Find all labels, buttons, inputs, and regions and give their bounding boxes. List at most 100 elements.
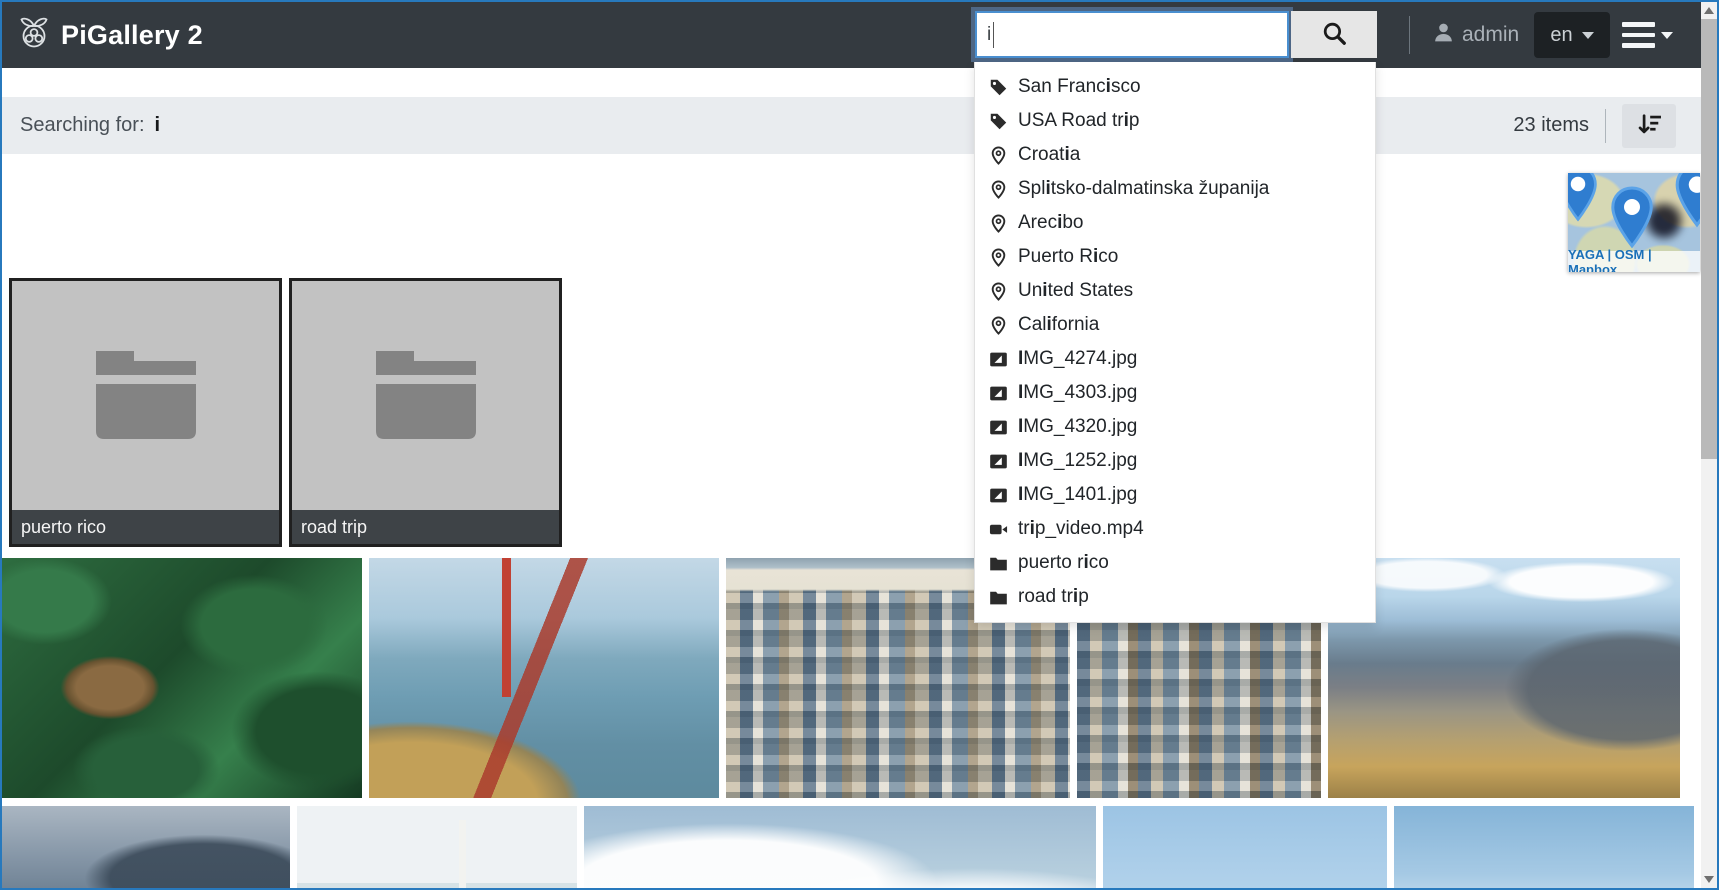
folder-icon [989, 554, 1008, 573]
folder-name: road trip [292, 510, 559, 544]
autocomplete-item[interactable]: puerto rico [975, 546, 1375, 580]
autocomplete-item[interactable]: USA Road trip [975, 104, 1375, 138]
sort-button[interactable] [1622, 104, 1676, 148]
folder-icon [376, 351, 476, 441]
main-menu-button[interactable] [1622, 2, 1673, 68]
map-attribution: YAGA | OSM | Mapbox [1568, 251, 1700, 272]
autocomplete-item-label: IMG_1401.jpg [1018, 484, 1137, 506]
image-icon [989, 452, 1008, 471]
language-dropdown-button[interactable]: en [1534, 12, 1610, 58]
user-menu[interactable]: admin [1432, 2, 1519, 68]
folder-name: puerto rico [12, 510, 279, 544]
autocomplete-item[interactable]: IMG_1401.jpg [975, 478, 1375, 512]
image-icon [989, 350, 1008, 369]
photo-thumbnail-blue-sky-clouds[interactable] [1103, 806, 1387, 890]
autocomplete-item[interactable]: United States [975, 274, 1375, 308]
autocomplete-item-label: San Francisco [1018, 76, 1141, 98]
image-icon [989, 418, 1008, 437]
pin-icon [989, 214, 1008, 233]
photo-thumbnail-teal-buildings[interactable] [297, 806, 577, 890]
search-autocomplete: San Francisco USA Road trip Croatia Splitsk… [974, 62, 1376, 623]
folder-tile[interactable]: road trip [289, 278, 562, 547]
autocomplete-item[interactable]: road trip [975, 580, 1375, 614]
autocomplete-item-label: Croatia [1018, 144, 1080, 166]
autocomplete-item[interactable]: Croatia [975, 138, 1375, 172]
user-name-label: admin [1462, 23, 1519, 47]
chevron-down-icon [1582, 32, 1594, 39]
autocomplete-item[interactable]: IMG_4303.jpg [975, 376, 1375, 410]
photo-thumbnail-cloudy-sky-wide[interactable] [584, 806, 1096, 890]
search-icon [1322, 21, 1347, 49]
autocomplete-item-label: IMG_1252.jpg [1018, 450, 1137, 472]
scrollbar-thumb[interactable] [1701, 19, 1717, 459]
raspberry-pi-logo-icon [16, 15, 52, 56]
photo-thumbnail-golden-gate-bridge[interactable] [369, 558, 719, 798]
scroll-down-button[interactable] [1701, 871, 1717, 888]
autocomplete-item[interactable]: Arecibo [975, 206, 1375, 240]
user-icon [1432, 21, 1455, 50]
search-button[interactable] [1291, 11, 1377, 58]
folder-icon [96, 351, 196, 441]
autocomplete-item[interactable]: IMG_4320.jpg [975, 410, 1375, 444]
scroll-up-button[interactable] [1701, 2, 1717, 19]
autocomplete-item-label: IMG_4320.jpg [1018, 416, 1137, 438]
photo-thumbnail-city-skyline[interactable] [1394, 806, 1694, 890]
autocomplete-item-label: USA Road trip [1018, 110, 1139, 132]
photo-thumbnail-storm-sea[interactable] [2, 806, 290, 890]
map-thumbnail[interactable]: YAGA | OSM | Mapbox [1568, 173, 1700, 272]
autocomplete-item-label: puerto rico [1018, 552, 1109, 574]
app-title: PiGallery 2 [61, 20, 203, 51]
text-caret [993, 22, 994, 48]
vertical-scrollbar[interactable] [1701, 2, 1717, 888]
sort-descending-icon [1636, 111, 1663, 141]
autocomplete-item[interactable]: trip_video.mp4 [975, 512, 1375, 546]
pin-icon [989, 180, 1008, 199]
autocomplete-item[interactable]: IMG_4274.jpg [975, 342, 1375, 376]
arrow-up-icon [1704, 7, 1714, 14]
navbar-divider [1409, 16, 1410, 54]
brand[interactable]: PiGallery 2 [16, 2, 203, 68]
autocomplete-item[interactable]: IMG_1252.jpg [975, 444, 1375, 478]
image-icon [989, 486, 1008, 505]
photo-thumbnail-mountain-valley[interactable] [1328, 558, 1680, 798]
chevron-down-icon [1661, 32, 1673, 39]
search-input-value: i [987, 24, 991, 46]
folder-grid: puerto rico road trip [9, 278, 562, 547]
autocomplete-item-label: Splitsko-dalmatinska županija [1018, 178, 1269, 200]
map-pin-icon [1672, 173, 1700, 234]
pin-icon [989, 282, 1008, 301]
autocomplete-item-label: Puerto Rico [1018, 246, 1118, 268]
image-icon [989, 384, 1008, 403]
hamburger-icon [1622, 22, 1655, 48]
folder-tile[interactable]: puerto rico [9, 278, 282, 547]
navbar: PiGallery 2 i admin [2, 2, 1701, 68]
autocomplete-item[interactable]: California [975, 308, 1375, 342]
tag-icon [989, 78, 1008, 97]
pin-icon [989, 248, 1008, 267]
photo-thumbnail-squirrel-leaves[interactable] [2, 558, 362, 798]
video-icon [989, 520, 1008, 539]
folder-icon [989, 588, 1008, 607]
results-bar: Searching for: i 23 items [2, 97, 1701, 154]
autocomplete-item[interactable]: Puerto Rico [975, 240, 1375, 274]
search-input[interactable]: i [975, 11, 1289, 58]
search-query-text: i [155, 114, 161, 137]
searching-for-label: Searching for: [20, 114, 145, 137]
autocomplete-item[interactable]: Splitsko-dalmatinska županija [975, 172, 1375, 206]
tag-icon [989, 112, 1008, 131]
photo-grid-row-1 [2, 558, 1680, 798]
results-bar-divider [1605, 109, 1606, 143]
language-label: en [1550, 24, 1572, 47]
autocomplete-item[interactable]: San Francisco [975, 70, 1375, 104]
pin-icon [989, 316, 1008, 335]
autocomplete-item-label: California [1018, 314, 1099, 336]
photo-grid-row-2 [2, 806, 1694, 890]
map-pin-icon [1568, 173, 1600, 228]
app-window: PiGallery 2 i admin [0, 0, 1719, 890]
autocomplete-item-label: United States [1018, 280, 1133, 302]
map-pin-icon [1608, 186, 1656, 255]
autocomplete-item-label: trip_video.mp4 [1018, 518, 1144, 540]
autocomplete-item-label: IMG_4274.jpg [1018, 348, 1137, 370]
pin-icon [989, 146, 1008, 165]
autocomplete-item-label: IMG_4303.jpg [1018, 382, 1137, 404]
